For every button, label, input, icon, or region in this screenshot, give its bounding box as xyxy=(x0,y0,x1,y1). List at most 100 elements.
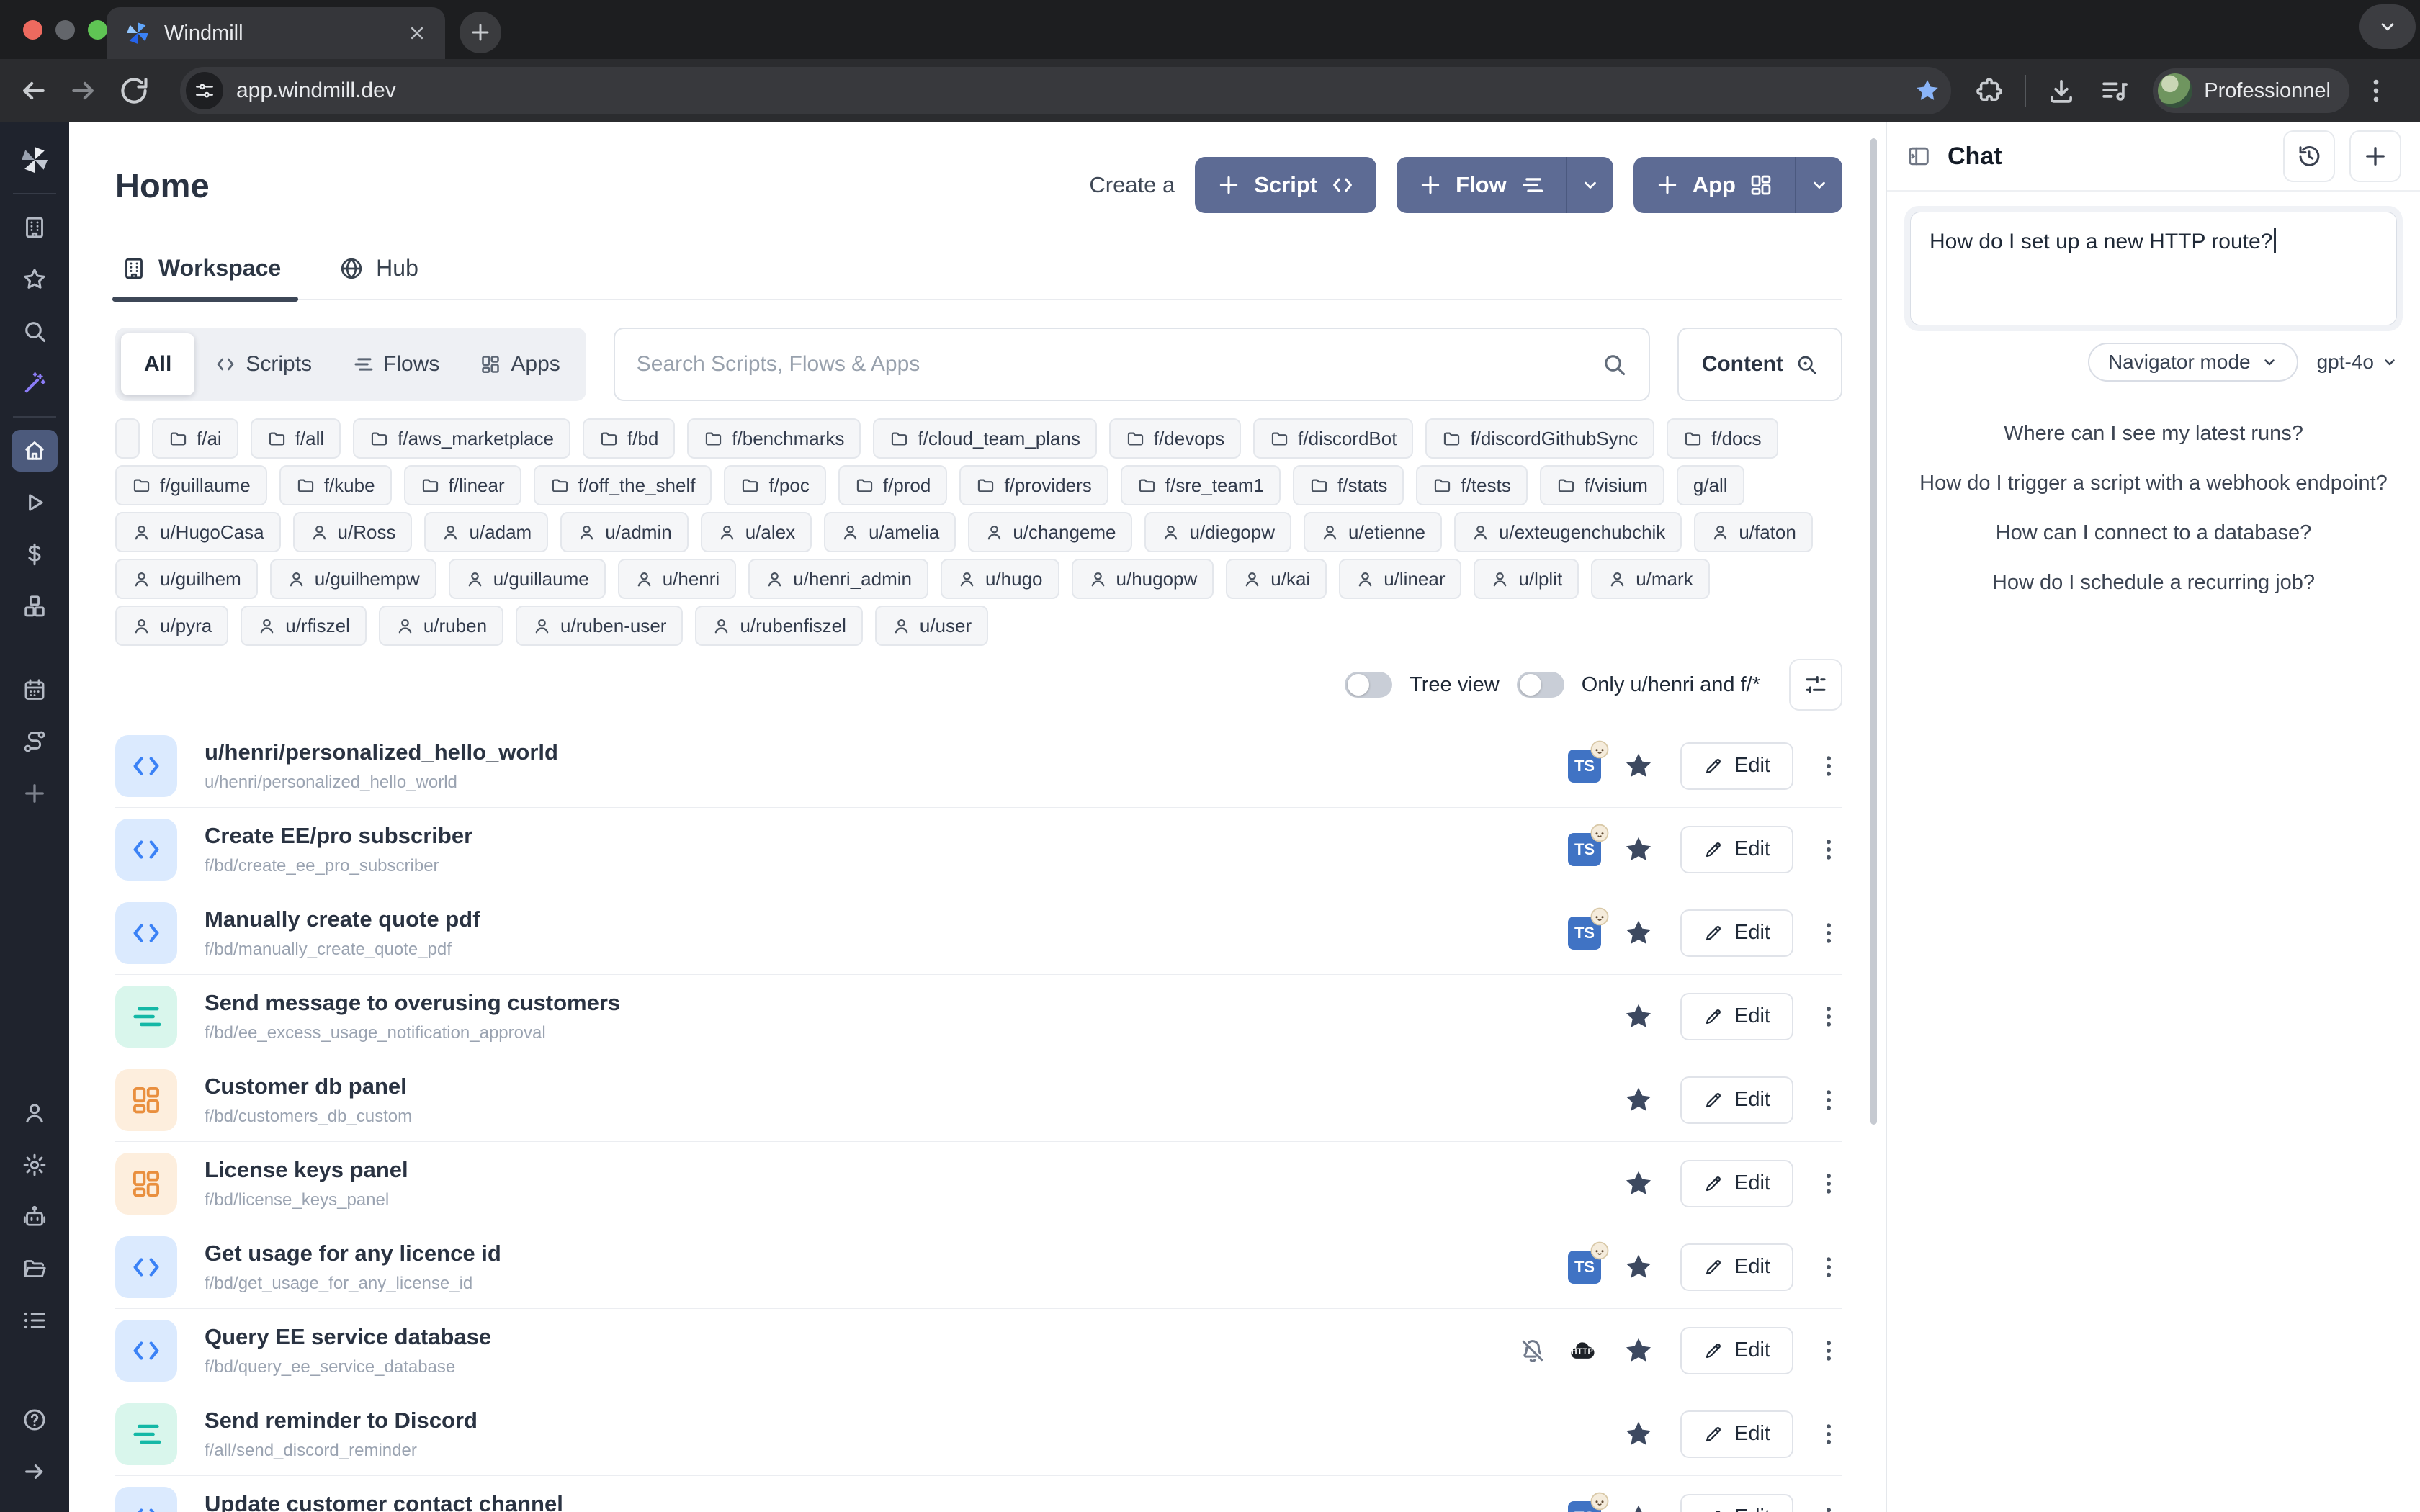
favorite-star-icon[interactable] xyxy=(1623,1168,1654,1200)
address-bar[interactable]: app.windmill.dev xyxy=(180,67,1951,114)
item-menu-icon[interactable] xyxy=(1815,919,1842,947)
edit-button[interactable]: Edit xyxy=(1680,1410,1793,1458)
content-search-button[interactable]: Content xyxy=(1677,328,1842,401)
user-chip[interactable]: u/hugo xyxy=(941,559,1059,599)
edit-button[interactable]: Edit xyxy=(1680,1494,1793,1512)
user-chip[interactable]: u/mark xyxy=(1591,559,1709,599)
sidebar-calendar-button[interactable] xyxy=(0,664,69,716)
create-flow-button[interactable]: Flow xyxy=(1397,157,1567,213)
chat-suggestion[interactable]: How do I schedule a recurring job? xyxy=(1992,571,2315,595)
favorite-star-icon[interactable] xyxy=(1623,917,1654,949)
minimize-window-button[interactable] xyxy=(55,20,75,40)
folder-chip[interactable]: f/prod xyxy=(838,465,948,505)
user-chip[interactable]: u/pyra xyxy=(115,606,228,646)
chat-mode-select[interactable]: Navigator mode xyxy=(2088,343,2298,382)
user-chip[interactable]: u/exteugenchubchik xyxy=(1454,512,1682,552)
only-mine-toggle[interactable] xyxy=(1517,672,1564,698)
user-chip[interactable]: u/kai xyxy=(1226,559,1327,599)
filter-scripts[interactable]: Scripts xyxy=(194,352,332,377)
filter-apps[interactable]: Apps xyxy=(460,352,580,377)
folder-chip[interactable]: f/guillaume xyxy=(115,465,267,505)
new-tab-button[interactable] xyxy=(460,12,501,53)
user-chip[interactable]: u/henri xyxy=(618,559,737,599)
folder-chip[interactable]: f/off_the_shelf xyxy=(534,465,712,505)
list-item[interactable]: Create EE/pro subscriber f/bd/create_ee_… xyxy=(115,808,1842,891)
folder-chip[interactable]: f/stats xyxy=(1293,465,1404,505)
folder-chip[interactable]: f/poc xyxy=(724,465,825,505)
site-info-icon[interactable] xyxy=(186,72,223,109)
user-chip[interactable]: u/faton xyxy=(1694,512,1813,552)
list-item[interactable]: u/henri/personalized_hello_world u/henri… xyxy=(115,724,1842,808)
sidebar-robot-button[interactable] xyxy=(0,1191,69,1243)
sidebar-star-button[interactable] xyxy=(0,253,69,305)
user-chip[interactable]: u/amelia xyxy=(824,512,956,552)
extensions-icon[interactable] xyxy=(1974,76,2004,106)
list-item[interactable]: Send message to overusing customers f/bd… xyxy=(115,975,1842,1058)
sidebar-home-button[interactable] xyxy=(0,425,69,477)
bookmark-star-icon[interactable] xyxy=(1914,77,1941,104)
edit-button[interactable]: Edit xyxy=(1680,993,1793,1040)
item-menu-icon[interactable] xyxy=(1815,1504,1842,1512)
folder-chip[interactable]: f/tests xyxy=(1416,465,1527,505)
item-menu-icon[interactable] xyxy=(1815,1337,1842,1364)
folder-chip[interactable]: f/devops xyxy=(1109,418,1241,459)
user-chip[interactable]: u/lplit xyxy=(1474,559,1579,599)
sidebar-plus-button[interactable] xyxy=(0,768,69,819)
fullscreen-window-button[interactable] xyxy=(88,20,107,40)
folder-chip[interactable]: f/linear xyxy=(404,465,521,505)
sidebar-dollar-button[interactable] xyxy=(0,528,69,580)
sidebar-gear-button[interactable] xyxy=(0,1139,69,1191)
browser-chevron-button[interactable] xyxy=(2360,4,2416,49)
favorite-star-icon[interactable] xyxy=(1623,834,1654,865)
favorite-star-icon[interactable] xyxy=(1623,1001,1654,1032)
favorite-star-icon[interactable] xyxy=(1623,750,1654,782)
sidebar-folder-open-button[interactable] xyxy=(0,1243,69,1295)
folder-chip[interactable]: f/aws_marketplace xyxy=(353,418,570,459)
filter-all[interactable]: All xyxy=(121,333,194,395)
item-menu-icon[interactable] xyxy=(1815,1254,1842,1281)
user-chip[interactable]: u/HugoCasa xyxy=(115,512,281,552)
collapse-panel-icon[interactable] xyxy=(1906,143,1932,169)
sidebar-route-button[interactable] xyxy=(0,716,69,768)
edit-button[interactable]: Edit xyxy=(1680,826,1793,873)
reload-button[interactable] xyxy=(118,75,150,107)
user-chip[interactable]: u/hugopw xyxy=(1072,559,1214,599)
tab-close-icon[interactable] xyxy=(406,22,428,44)
downloads-icon[interactable] xyxy=(2046,76,2076,106)
chat-suggestion[interactable]: How do I trigger a script with a webhook… xyxy=(1919,472,2388,495)
folder-chip[interactable]: f/all xyxy=(251,418,341,459)
sidebar-user-button[interactable] xyxy=(0,1087,69,1139)
user-chip[interactable]: u/guilhempw xyxy=(270,559,436,599)
folder-chip[interactable]: f/cloud_team_plans xyxy=(873,418,1096,459)
browser-menu-icon[interactable] xyxy=(2361,76,2391,106)
display-settings-button[interactable] xyxy=(1789,659,1842,711)
close-window-button[interactable] xyxy=(23,20,42,40)
create-flow-dropdown[interactable] xyxy=(1567,157,1613,213)
sidebar-boxes-button[interactable] xyxy=(0,580,69,632)
create-script-button[interactable]: Script xyxy=(1195,157,1376,213)
user-chip[interactable]: u/changeme xyxy=(968,512,1132,552)
back-button[interactable] xyxy=(17,75,49,107)
folder-chip[interactable]: f/bd xyxy=(583,418,675,459)
item-menu-icon[interactable] xyxy=(1815,1421,1842,1448)
sidebar-help-button[interactable] xyxy=(0,1394,69,1446)
filter-flows[interactable]: Flows xyxy=(332,352,460,377)
sidebar-wand-button[interactable] xyxy=(0,357,69,409)
sidebar-search-button[interactable] xyxy=(0,305,69,357)
list-item[interactable]: Manually create quote pdf f/bd/manually_… xyxy=(115,891,1842,975)
user-chip[interactable]: u/henri_admin xyxy=(748,559,928,599)
user-chip[interactable]: u/admin xyxy=(560,512,689,552)
favorite-star-icon[interactable] xyxy=(1623,1335,1654,1367)
sidebar-building-button[interactable] xyxy=(0,202,69,253)
browser-tab[interactable]: Windmill xyxy=(107,7,445,59)
chat-history-button[interactable] xyxy=(2283,130,2335,182)
item-menu-icon[interactable] xyxy=(1815,752,1842,780)
user-chip[interactable]: u/ruben xyxy=(379,606,503,646)
folder-chip[interactable]: f/providers xyxy=(959,465,1108,505)
edit-button[interactable]: Edit xyxy=(1680,1243,1793,1291)
user-chip[interactable]: u/alex xyxy=(701,512,812,552)
item-menu-icon[interactable] xyxy=(1815,1170,1842,1197)
favorite-star-icon[interactable] xyxy=(1623,1084,1654,1116)
folder-chip[interactable]: f/visium xyxy=(1540,465,1664,505)
user-chip[interactable]: u/adam xyxy=(424,512,548,552)
